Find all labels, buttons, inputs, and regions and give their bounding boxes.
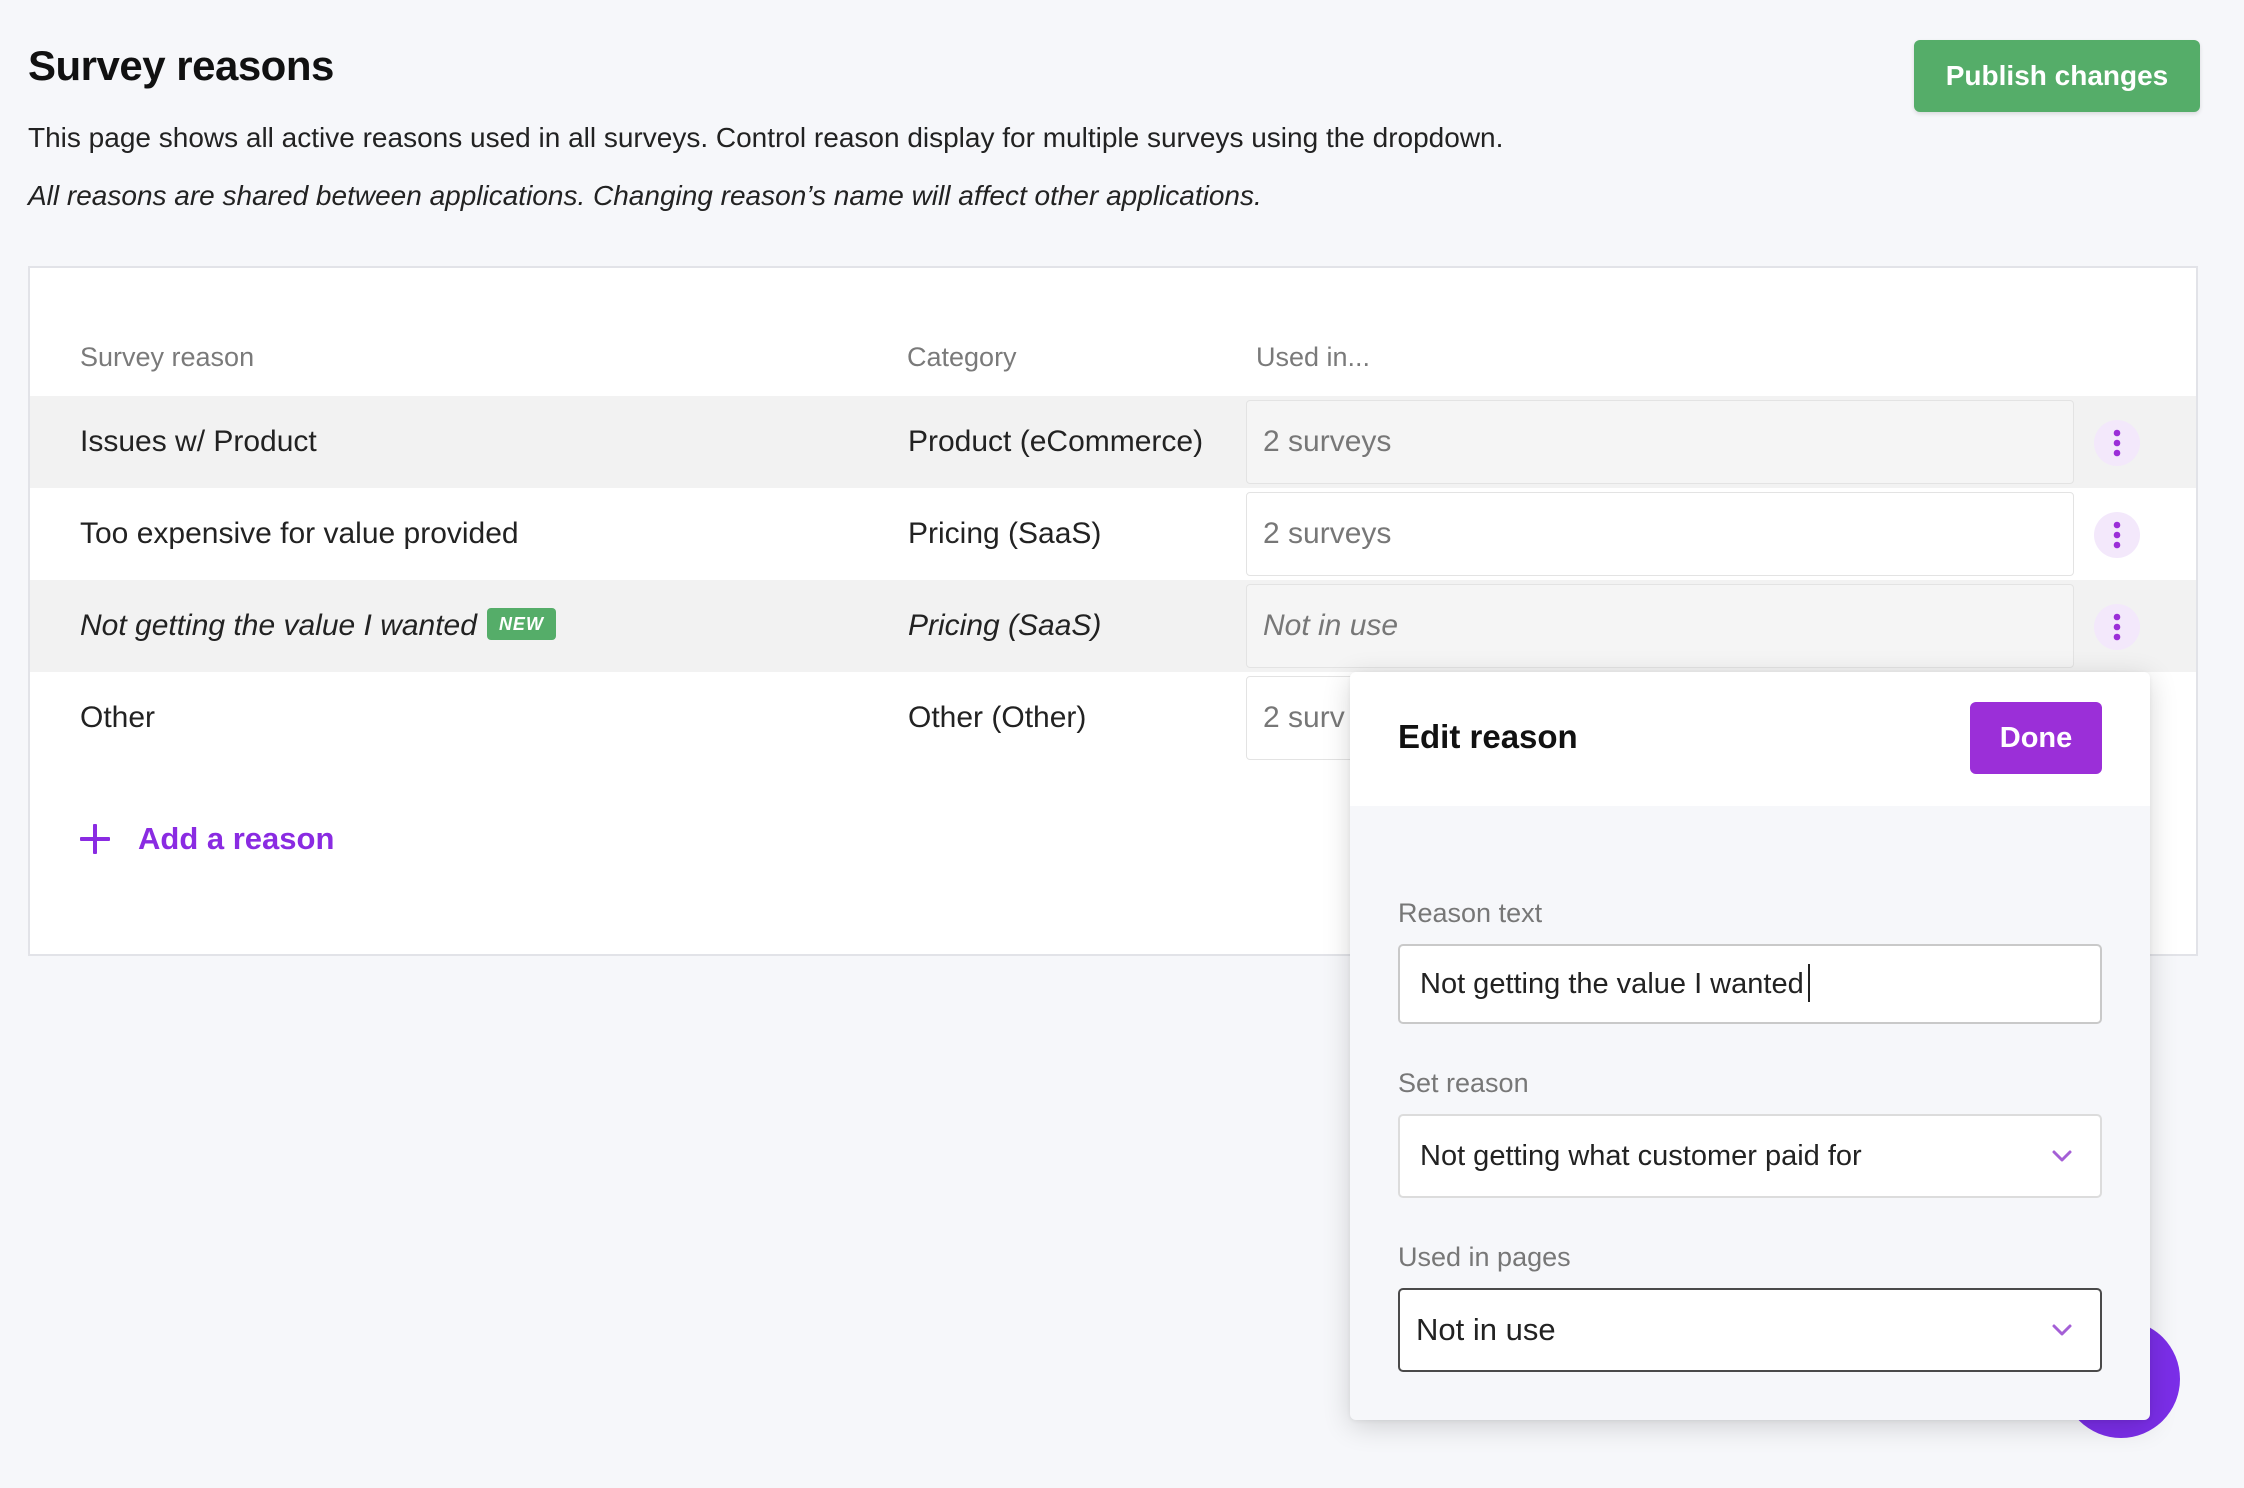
chevron-down-icon [2052, 1324, 2072, 1336]
kebab-menu-icon[interactable] [2094, 420, 2140, 466]
page-note: All reasons are shared between applicati… [28, 180, 1262, 211]
table-row[interactable]: Too expensive for value provided Pricing… [30, 488, 2196, 580]
category-cell: Pricing (SaaS) [908, 609, 1102, 642]
new-badge: NEW [486, 608, 556, 641]
chevron-down-icon [2052, 1150, 2072, 1162]
set-reason-dropdown[interactable]: Not getting what customer paid for [1398, 1114, 2102, 1198]
reason-cell: Other [80, 701, 156, 734]
table-row[interactable]: Not getting the value I wanted NEW Pricin… [30, 580, 2196, 672]
reason-cell: Too expensive for value provided [80, 517, 519, 550]
used-in-field[interactable]: 2 surveys [1246, 400, 2074, 484]
edit-reason-panel: Edit reason Done Reason text Set reason … [1350, 672, 2150, 1420]
used-in-pages-dropdown[interactable]: Not in use [1398, 1288, 2102, 1372]
set-reason-value: Not getting what customer paid for [1420, 1140, 1862, 1172]
category-cell: Pricing (SaaS) [908, 517, 1102, 550]
reason-cell: Issues w/ Product [80, 425, 317, 458]
column-header-category: Category [907, 342, 1017, 372]
page-description: This page shows all active reasons used … [28, 122, 1504, 153]
used-in-pages-value: Not in use [1416, 1312, 1556, 1347]
kebab-menu-icon[interactable] [2094, 604, 2140, 650]
used-in-field[interactable]: Not in use [1246, 584, 2074, 668]
done-button[interactable]: Done [1970, 702, 2102, 774]
edit-reason-header: Edit reason Done [1350, 672, 2150, 806]
kebab-menu-icon[interactable] [2094, 512, 2140, 558]
used-in-pages-label: Used in pages [1398, 1242, 1571, 1272]
edit-reason-title: Edit reason [1398, 718, 1578, 755]
column-header-used-in: Used in... [1256, 342, 1371, 372]
set-reason-label: Set reason [1398, 1068, 1529, 1098]
reason-text-input[interactable] [1398, 944, 2102, 1024]
add-reason-label: Add a reason [138, 821, 335, 856]
publish-changes-button[interactable]: Publish changes [1914, 40, 2200, 112]
reason-text-label: Reason text [1398, 898, 1543, 928]
reason-cell: Not getting the value I wanted NEW [80, 580, 556, 672]
add-reason-button[interactable]: Add a reason [78, 814, 334, 864]
category-cell: Other (Other) [908, 701, 1087, 734]
used-in-field[interactable]: 2 surveys [1246, 492, 2074, 576]
text-cursor [1808, 964, 1810, 1002]
page-title: Survey reasons [28, 42, 334, 89]
category-cell: Product (eCommerce) [908, 425, 1204, 458]
table-row[interactable]: Issues w/ Product Product (eCommerce) 2 … [30, 396, 2196, 488]
reason-text: Not getting the value I wanted [80, 609, 477, 642]
plus-icon [80, 824, 110, 854]
column-header-survey-reason: Survey reason [80, 342, 255, 372]
